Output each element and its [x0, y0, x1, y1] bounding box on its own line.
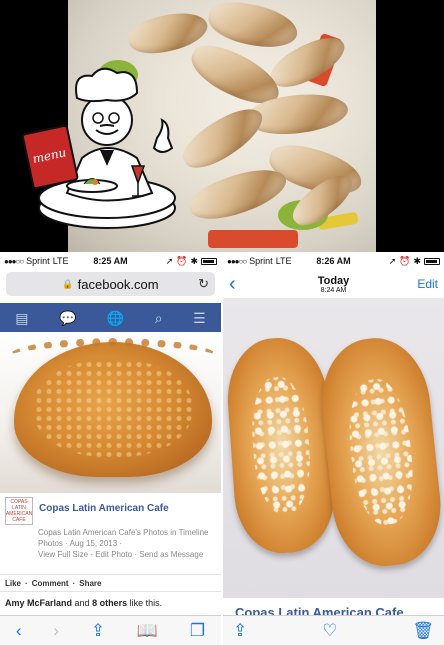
- edit-button[interactable]: Edit: [417, 277, 438, 291]
- comment-button[interactable]: Comment: [32, 579, 69, 588]
- photo-date: Today 8:24 AM: [223, 275, 444, 294]
- lock-icon: 🔒: [62, 278, 74, 289]
- signal-icon: ●●●○○: [227, 256, 247, 266]
- croquette-half-left: [223, 334, 339, 557]
- date-title: Today: [317, 274, 350, 287]
- share-icon[interactable]: ⇪: [91, 621, 105, 641]
- likes-summary[interactable]: Amy McFarland and 8 others like this.: [5, 598, 162, 608]
- share-button[interactable]: Share: [79, 579, 101, 588]
- messages-icon[interactable]: 💬: [59, 310, 76, 327]
- status-bar: ●●●○○ Sprint LTE 8:26 AM ➚ ⏰ ✱: [223, 252, 444, 270]
- url-text: facebook.com: [77, 276, 159, 292]
- photo-post: COPAS LATIN AMERICAN CAFE Copas Latin Am…: [0, 493, 221, 564]
- network-type: LTE: [275, 256, 292, 266]
- chicken-strip: [205, 0, 301, 53]
- chicken-strip: [175, 97, 271, 179]
- empanada: [8, 338, 218, 477]
- share-icon[interactable]: ⇪: [233, 621, 247, 641]
- alarm-icon: ⏰: [399, 255, 411, 266]
- others-link[interactable]: 8 others: [92, 598, 127, 608]
- photo-links[interactable]: View Full Size · Edit Photo · Send as Me…: [38, 549, 216, 560]
- date-subtitle: 8:24 AM: [320, 286, 347, 294]
- tabs-icon[interactable]: ❐: [190, 621, 205, 641]
- post-meta: Photos · Aug 15, 2013 ·: [38, 539, 123, 548]
- croquette-photo[interactable]: [223, 298, 444, 598]
- network-type: LTE: [52, 256, 69, 266]
- facebook-screenshot: ●●●○○ Sprint LTE 8:25 AM ➚ ⏰ ✱ 🔒 faceboo…: [0, 252, 221, 645]
- empanada-photo[interactable]: [0, 332, 221, 493]
- trash-icon[interactable]: 🗑: [412, 621, 434, 641]
- alarm-icon: ⏰: [176, 255, 188, 266]
- battery-icon: [424, 257, 440, 265]
- photos-nav-bar: ‹ Today 8:24 AM Edit: [223, 270, 444, 298]
- tomato-slice: [208, 230, 298, 248]
- safari-toolbar: ‹ › ⇪ 📖 ❐: [0, 615, 221, 645]
- search-icon[interactable]: ⌕: [155, 310, 163, 327]
- photos-toolbar: ⇪ ♡ 🗑: [223, 615, 444, 645]
- bluetooth-icon: ✱: [190, 255, 198, 266]
- separator: ·: [72, 578, 76, 588]
- facebook-nav-bar: ▤ 💬 🌐 ⌕ ☰: [0, 303, 221, 333]
- address-bar[interactable]: 🔒 facebook.com ↻: [6, 272, 215, 296]
- status-bar: ●●●○○ Sprint LTE 8:25 AM ➚ ⏰ ✱: [0, 252, 221, 270]
- photos-screenshot: ●●●○○ Sprint LTE 8:26 AM ➚ ⏰ ✱ ‹ Today 8…: [223, 252, 444, 645]
- location-icon: ➚: [388, 255, 397, 266]
- croquette-half-right: [315, 332, 444, 572]
- carrier-name: Sprint: [249, 256, 273, 266]
- location-icon: ➚: [165, 255, 174, 266]
- forward-icon[interactable]: ›: [53, 621, 59, 641]
- bluetooth-icon: ✱: [413, 255, 421, 266]
- bookmarks-icon[interactable]: 📖: [137, 621, 158, 641]
- liker-name[interactable]: Amy McFarland: [5, 598, 72, 608]
- news-feed-icon[interactable]: ▤: [15, 310, 28, 327]
- back-icon[interactable]: ‹: [16, 621, 22, 641]
- menu-icon[interactable]: ☰: [193, 310, 206, 327]
- favorite-heart-icon[interactable]: ♡: [322, 621, 337, 641]
- page-name-link[interactable]: Copas Latin American Cafe: [39, 503, 169, 525]
- like-button[interactable]: Like: [5, 579, 21, 588]
- globe-icon[interactable]: 🌐: [107, 310, 124, 327]
- page-logo[interactable]: COPAS LATIN AMERICAN CAFE: [5, 497, 33, 525]
- reload-icon[interactable]: ↻: [198, 276, 209, 292]
- carrier-name: Sprint: [26, 256, 50, 266]
- post-actions: Like · Comment · Share: [0, 574, 221, 592]
- album-link[interactable]: Copas Latin American Cafe's Photos in Ti…: [38, 527, 216, 538]
- signal-icon: ●●●○○: [4, 256, 24, 266]
- battery-icon: [201, 257, 217, 265]
- chef-menu-icon: menu: [22, 67, 176, 229]
- food-photo-chicken-salad: menu: [0, 0, 444, 252]
- separator: ·: [25, 578, 28, 588]
